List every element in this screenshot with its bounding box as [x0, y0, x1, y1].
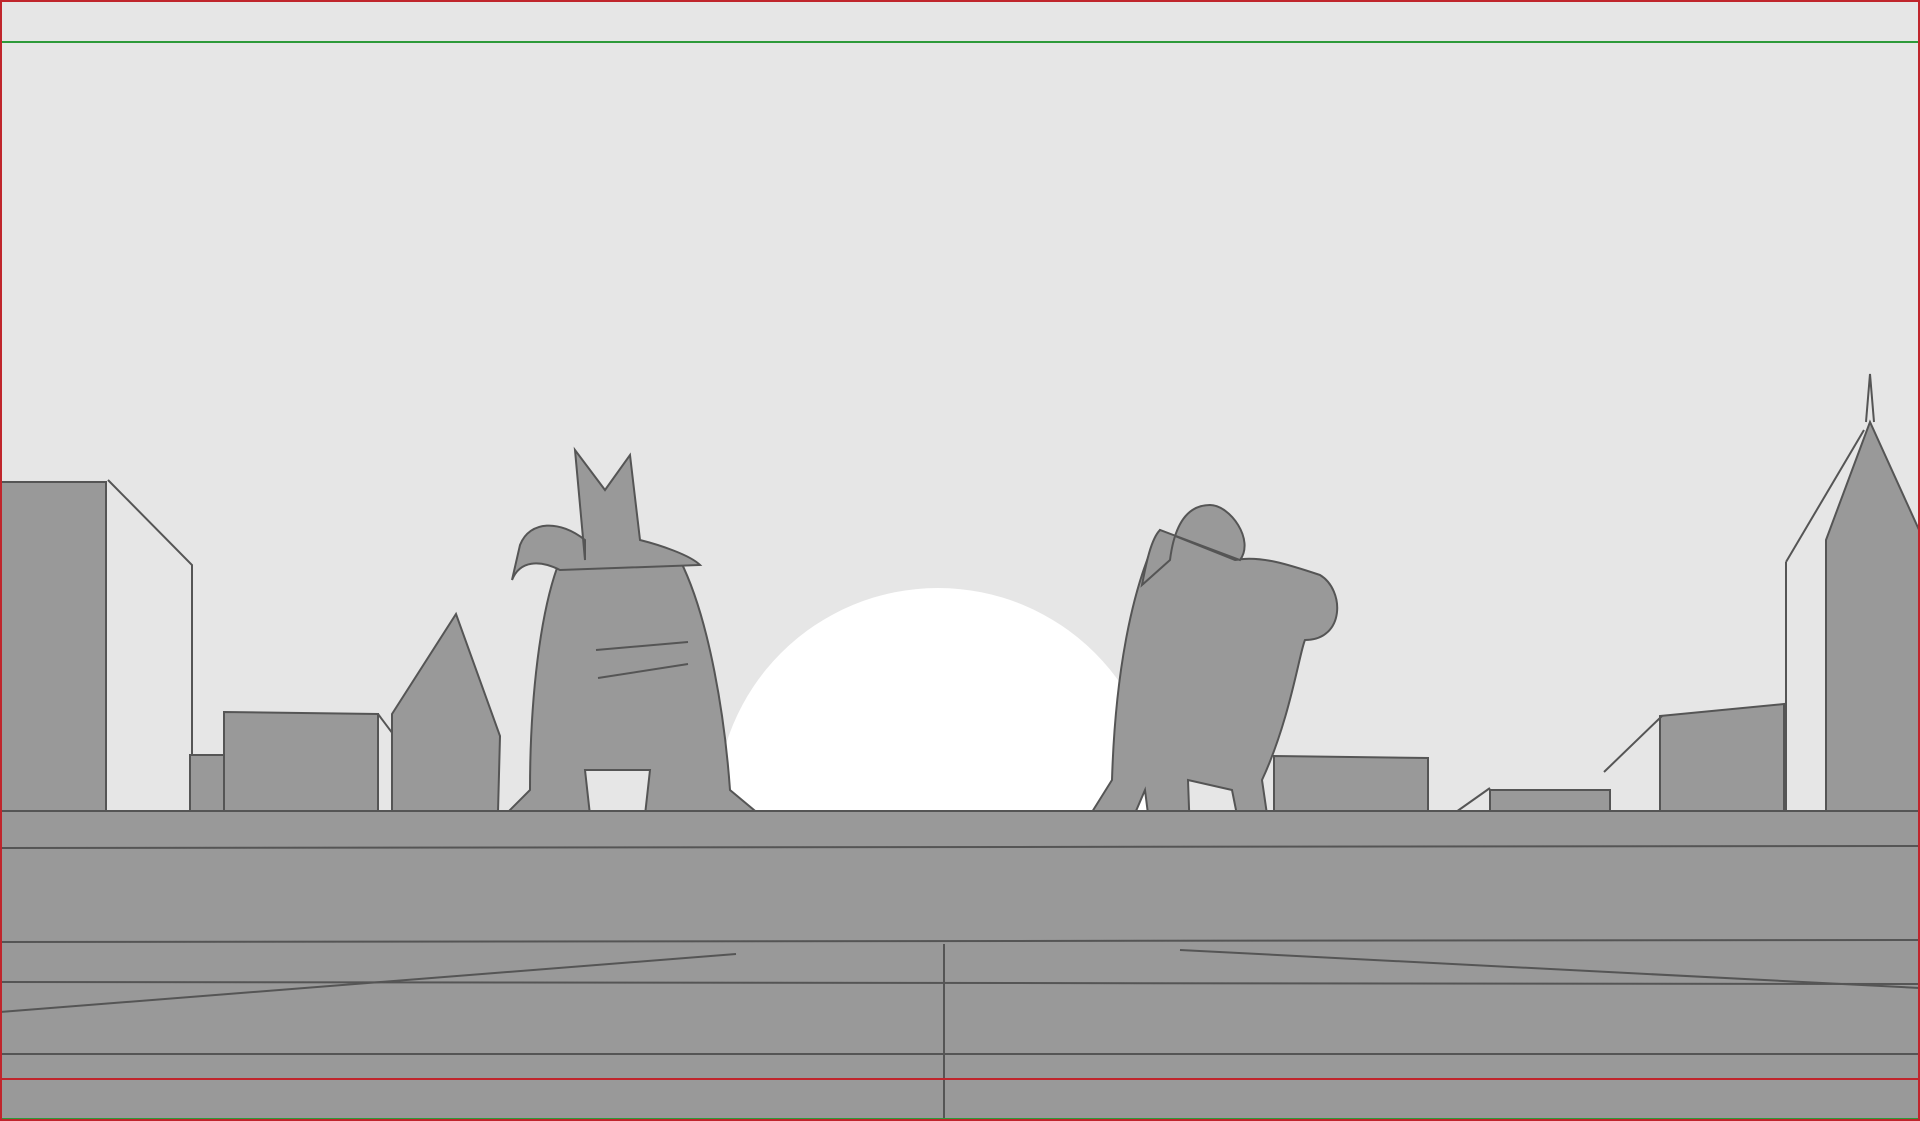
ground — [0, 810, 1920, 1121]
building-left-tall — [0, 481, 107, 813]
building-right-block — [1659, 702, 1785, 813]
building-left-block — [223, 710, 379, 813]
building-left-low — [189, 754, 225, 813]
building-right-shed — [1489, 789, 1611, 813]
storyboard-canvas — [0, 0, 1920, 1121]
building-right-block-mid — [1273, 754, 1429, 813]
storyboard-drawing — [0, 0, 1920, 1121]
ground-plane — [0, 811, 1920, 1121]
